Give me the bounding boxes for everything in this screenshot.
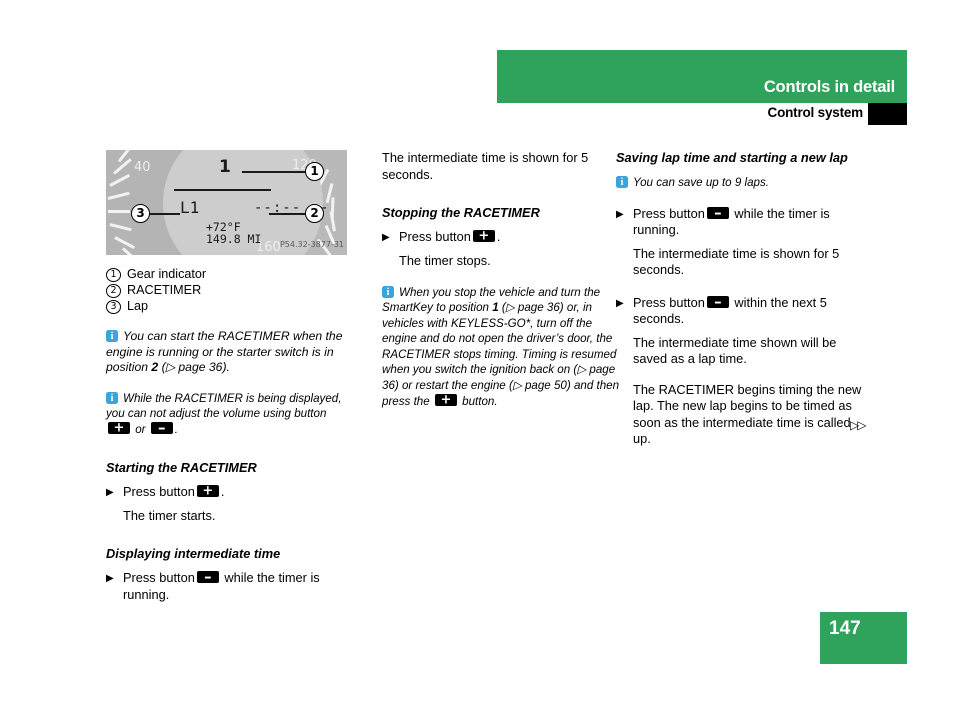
step-bullet-icon: ▶	[106, 573, 114, 585]
minus-button-icon	[150, 421, 173, 434]
note-text: You can save up to 9 laps.	[633, 176, 769, 189]
legend-number: 3	[106, 300, 121, 314]
legend-item: 1 Gear indicator	[106, 266, 350, 282]
legend-label: Lap	[127, 299, 149, 313]
step-press-plus: ▶ Press button.	[106, 484, 350, 501]
result-new-lap-timing: The RACETIMER begins timing the new lap.…	[633, 381, 862, 447]
step-label: Press button	[633, 205, 705, 221]
heading-saving-lap-time: Saving lap time and starting a new lap	[616, 150, 848, 165]
step-text: Press button within the next 5 seconds.	[633, 295, 868, 328]
plus-button-icon	[434, 393, 457, 406]
legend-number: 1	[106, 268, 121, 282]
callout-leader-line	[269, 213, 305, 215]
step-label: Press button	[399, 229, 471, 244]
header-green-bar: Controls in detail	[497, 50, 907, 103]
step-bullet-icon: ▶	[382, 232, 390, 243]
heading-displaying-intermediate-time: Displaying intermediate time	[106, 546, 281, 562]
plus-button-icon	[472, 230, 495, 242]
info-icon	[106, 329, 118, 345]
minus-button-icon	[706, 206, 729, 219]
step-label: Press button	[123, 483, 195, 499]
result-saved-as-lap: The intermediate time shown will be save…	[633, 334, 837, 367]
plus-button-icon	[196, 484, 219, 497]
section-marker-box	[868, 103, 907, 125]
info-icon	[106, 391, 118, 406]
note-text-end: button.	[458, 394, 498, 408]
display-separator-bar	[174, 189, 271, 191]
result-timer-stops: The timer stops.	[399, 253, 491, 268]
intro-intermediate-time: The intermediate time is shown for 5 sec…	[382, 150, 589, 182]
step-text: Press button.	[399, 229, 626, 246]
note-period: .	[174, 422, 178, 436]
step-press-minus: ▶ Press button while the timer is runnin…	[106, 570, 350, 603]
legend-label: Gear indicator	[127, 267, 207, 281]
figure-legend: 1 Gear indicator 2 RACETIMER 3 Lap	[106, 266, 350, 314]
step-bullet-icon: ▶	[106, 486, 114, 498]
figure-image-code: P54.32-3877-31	[279, 240, 344, 249]
heading-stopping-racetimer: Stopping the RACETIMER	[382, 205, 540, 220]
info-icon	[616, 175, 628, 191]
column-right: Saving lap time and starting a new lap Y…	[616, 150, 868, 448]
header-section-row: Control system	[497, 103, 907, 125]
note-smartkey-behavior: When you stop the vehicle and turn the S…	[382, 285, 626, 410]
minus-button-icon	[706, 295, 729, 308]
note-volume-adjust: While the RACETIMER is being displayed, …	[106, 391, 350, 438]
legend-label: RACETIMER	[127, 283, 202, 297]
result-timer-starts: The timer starts.	[123, 507, 216, 523]
gauge-tick	[329, 211, 336, 232]
step-text: Press button while the timer is running.	[123, 570, 350, 603]
gear-indicator-value: 1	[219, 157, 231, 177]
lap-indicator-value: L1	[180, 198, 200, 217]
legend-item: 2 RACETIMER	[106, 282, 350, 298]
step-bullet-icon: ▶	[616, 297, 624, 309]
figure-callout-1: 1	[305, 162, 324, 181]
gauge-label-40: 40	[134, 160, 151, 175]
gauge-tick	[108, 210, 130, 213]
step-label: Press button	[633, 294, 705, 310]
figure-callout-2: 2	[305, 204, 324, 223]
info-icon	[382, 285, 394, 300]
continuation-marker: ▷▷	[850, 418, 867, 432]
step-press-minus-lap: ▶ Press button while the timer is runnin…	[616, 206, 868, 239]
chapter-title: Controls in detail	[763, 78, 895, 96]
note-start-racetimer: You can start the RACETIMER when the eng…	[106, 329, 350, 376]
plus-button-icon	[108, 421, 130, 434]
legend-number: 2	[106, 284, 121, 298]
step-press-minus-next: ▶ Press button within the next 5 seconds…	[616, 295, 868, 328]
heading-starting-racetimer: Starting the RACETIMER	[106, 459, 257, 475]
note-lap-capacity: You can save up to 9 laps.	[616, 175, 868, 191]
step-bullet-icon: ▶	[616, 208, 624, 220]
figure-callout-3: 3	[131, 204, 150, 223]
odometer-value: 149.8 MI	[206, 232, 262, 246]
callout-leader-line	[150, 213, 180, 215]
section-title: Control system	[767, 105, 864, 120]
note-connector: or	[132, 422, 149, 436]
minus-button-icon	[196, 571, 219, 584]
callout-leader-line	[242, 171, 305, 173]
instrument-cluster-figure: 40 120 160 1 L1 --:-- -- +72°F 149.8 MI …	[106, 150, 347, 255]
column-middle: The intermediate time is shown for 5 sec…	[382, 150, 626, 409]
step-press-plus-stop: ▶ Press button.	[382, 229, 626, 246]
note-text: While the RACETIMER is being displayed, …	[106, 391, 342, 421]
temperature-odometer-readout: +72°F 149.8 MI	[206, 221, 261, 245]
step-label: Press button	[123, 570, 195, 586]
column-left: 40 120 160 1 L1 --:-- -- +72°F 149.8 MI …	[106, 150, 350, 605]
step-period: .	[220, 483, 225, 499]
legend-item: 3 Lap	[106, 298, 350, 314]
page-number-box: 147	[820, 612, 907, 664]
note-text-cont: (▷ page 36) or, in vehicles with KEYLESS…	[382, 301, 620, 408]
note-page-ref: (▷ page 36).	[158, 360, 230, 375]
step-text: Press button.	[123, 484, 350, 501]
page-number: 147	[829, 618, 861, 639]
step-text: Press button while the timer is running.	[633, 206, 868, 239]
step-period: .	[496, 229, 501, 244]
result-intermediate-shown: The intermediate time is shown for 5 sec…	[633, 245, 840, 278]
